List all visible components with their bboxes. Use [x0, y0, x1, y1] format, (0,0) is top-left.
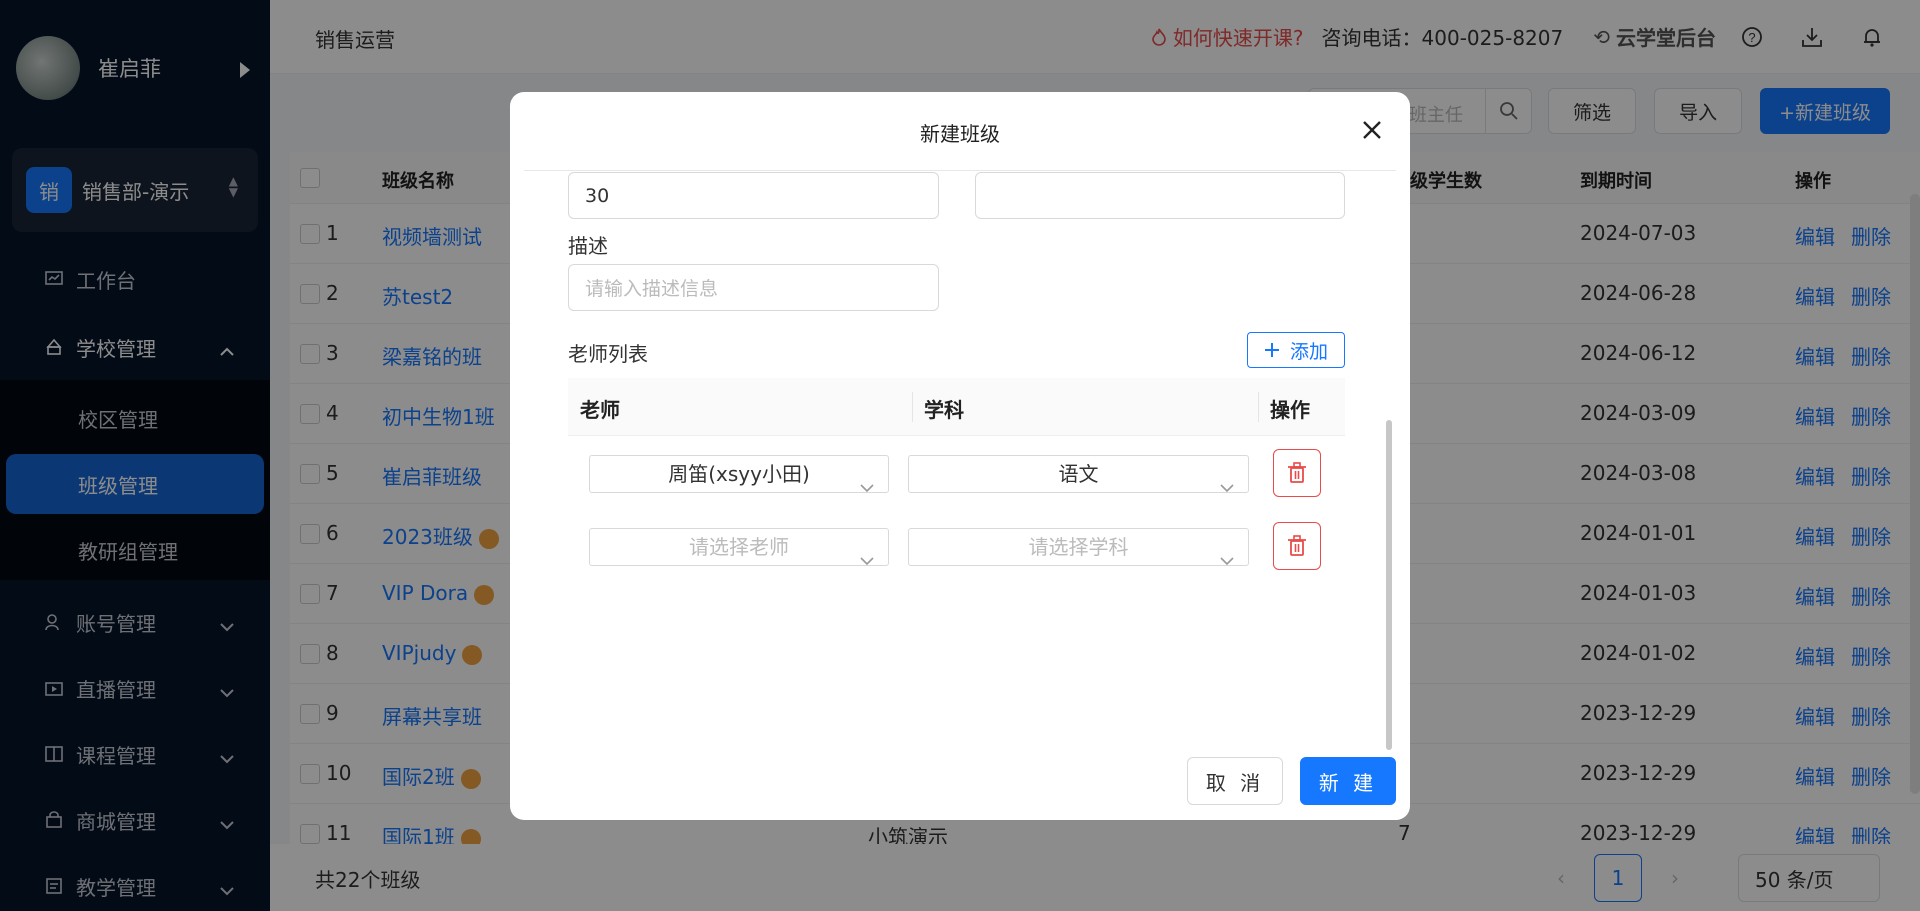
close-icon[interactable]: [1360, 118, 1384, 142]
subject-select[interactable]: 请选择学科: [908, 528, 1249, 566]
chevron-down-icon: [1220, 468, 1234, 504]
subject-select-value: 语文: [1058, 462, 1099, 486]
subject-select-placeholder: 请选择学科: [1028, 535, 1129, 559]
divider: [912, 392, 913, 422]
teacher-list-label: 老师列表: [568, 342, 648, 366]
teacher-select-value: 周笛(xsyy小田): [668, 462, 810, 486]
divider: [1258, 392, 1259, 422]
teacher-select[interactable]: 周笛(xsyy小田): [589, 455, 889, 493]
delete-row-button[interactable]: [1273, 522, 1321, 570]
chevron-down-icon: [1220, 541, 1234, 577]
col-teacher: 老师: [580, 398, 620, 422]
chevron-down-icon: [860, 468, 874, 504]
chevron-down-icon: [860, 541, 874, 577]
plus-icon: [1264, 343, 1279, 357]
add-label: 添加: [1289, 340, 1328, 363]
teacher-select-placeholder: 请选择老师: [689, 535, 789, 559]
teacher-select[interactable]: 请选择老师: [589, 528, 889, 566]
cancel-button[interactable]: 取 消: [1187, 757, 1283, 805]
capacity-input[interactable]: 30: [568, 172, 939, 219]
desc-input[interactable]: 请输入描述信息: [568, 264, 939, 311]
teacher-table-header: 老师 学科 操作: [568, 378, 1345, 436]
create-button[interactable]: 新 建: [1300, 757, 1396, 805]
desc-label: 描述: [568, 234, 608, 258]
new-class-dialog: 新建班级 30 描述 请输入描述信息 老师列表 添加 老师 学科 操作 周笛(x…: [510, 92, 1410, 820]
col-subject: 学科: [924, 398, 964, 422]
divider: [524, 170, 1396, 171]
trash-icon: [1288, 462, 1306, 483]
trash-icon: [1288, 535, 1306, 556]
secondary-input[interactable]: [975, 172, 1345, 219]
dialog-title: 新建班级: [920, 122, 1000, 146]
subject-select[interactable]: 语文: [908, 455, 1249, 493]
app-root: 崔启菲 销 销售部-演示 ▲ ▼ 工作台 学校管理 校区管理 班级管理 教研组管理: [0, 0, 1920, 911]
col-ops: 操作: [1270, 398, 1310, 422]
delete-row-button[interactable]: [1273, 449, 1321, 497]
dialog-scrollbar[interactable]: [1386, 420, 1392, 750]
add-teacher-button[interactable]: 添加: [1247, 332, 1345, 368]
